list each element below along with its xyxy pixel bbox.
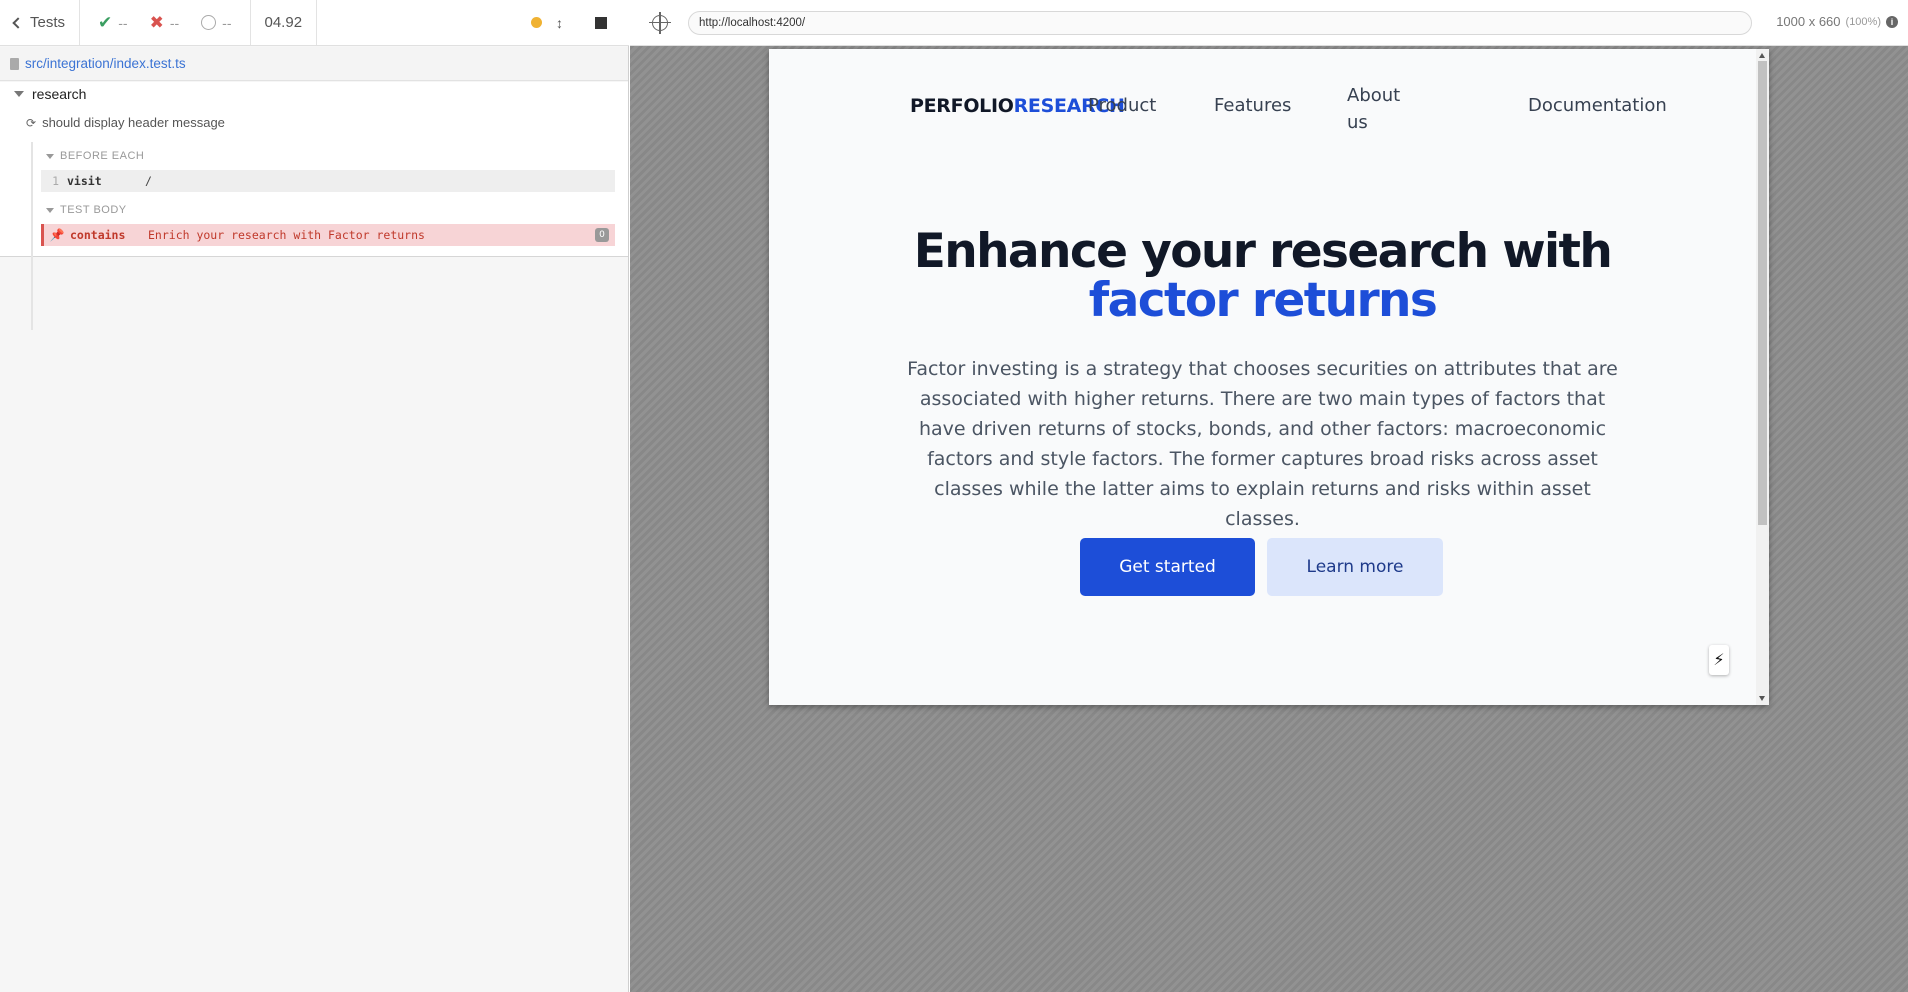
failed-count: -- xyxy=(169,14,180,31)
spec-file-link[interactable]: src/integration/index.test.ts xyxy=(25,56,186,71)
test-title[interactable]: ⟳ should display header message xyxy=(26,115,225,130)
refresh-icon: ⟳ xyxy=(26,115,37,130)
file-icon xyxy=(10,57,19,70)
caret-down-icon xyxy=(46,207,54,213)
pending-stat: -- xyxy=(201,14,232,31)
caret-down-icon xyxy=(14,91,24,97)
scroll-thumb[interactable] xyxy=(1758,61,1767,525)
stats: ✔ -- ✖ -- -- xyxy=(80,0,251,45)
hook-test-body[interactable]: TEST BODY xyxy=(46,204,127,216)
command-contains[interactable]: 📌 contains Enrich your research with Fac… xyxy=(41,224,615,246)
hooks-divider xyxy=(31,142,33,330)
viewport-info: 1000 x 660 (100%) i xyxy=(1776,14,1898,29)
nav-features[interactable]: Features xyxy=(1214,95,1291,116)
stop-icon[interactable] xyxy=(595,16,607,29)
nav-product[interactable]: Product xyxy=(1088,95,1156,116)
passed-stat: ✔ -- xyxy=(98,13,128,33)
tests-label: Tests xyxy=(30,14,66,31)
passed-count: -- xyxy=(118,14,128,31)
hook-label: TEST BODY xyxy=(60,204,127,216)
auto-scroll-icon[interactable]: ↕ xyxy=(556,15,563,31)
runnables: research ⟳ should display header message… xyxy=(0,82,628,330)
logo-part1: PERFOLIO xyxy=(910,95,1014,117)
scroll-up-arrow[interactable] xyxy=(1759,53,1765,58)
hook-label: BEFORE EACH xyxy=(60,150,145,162)
spec-file-bar: src/integration/index.test.ts xyxy=(0,47,628,81)
aut-header: http://localhost:4200/ 1000 x 660 (100%)… xyxy=(630,0,1908,46)
info-icon[interactable]: i xyxy=(1886,15,1898,28)
command-visit[interactable]: 1 visit / xyxy=(41,170,615,192)
suite-title[interactable]: research xyxy=(14,86,86,102)
get-started-button[interactable]: Get started xyxy=(1080,538,1255,596)
command-message: / xyxy=(145,174,152,188)
nav-documentation[interactable]: Documentation xyxy=(1528,95,1667,116)
reporter-panel: Tests ✔ -- ✖ -- -- 04.92 ↕ src/integrati… xyxy=(0,0,629,992)
hero-title: Enhance your research with factor return… xyxy=(769,227,1756,325)
hero-description: Factor investing is a strategy that choo… xyxy=(907,358,1618,530)
running-dot-icon xyxy=(531,17,542,28)
duration: 04.92 xyxy=(251,0,318,45)
command-name: contains xyxy=(70,228,126,242)
viewport-scale: (100%) xyxy=(1845,15,1881,28)
pin-icon: 📌 xyxy=(49,228,65,242)
tests-button[interactable]: Tests xyxy=(0,0,81,45)
hero-title-line1: Enhance your research with xyxy=(913,224,1613,279)
lightning-bolt-icon[interactable]: ⚡ xyxy=(1709,645,1729,675)
scroll-down-arrow[interactable] xyxy=(1759,696,1765,701)
x-icon: ✖ xyxy=(149,12,164,32)
hook-before-each[interactable]: BEFORE EACH xyxy=(46,150,144,162)
pending-circle-icon xyxy=(201,15,217,30)
crosshair-icon[interactable] xyxy=(649,11,671,34)
viewport-size: 1000 x 660 xyxy=(1776,14,1841,29)
aut-panel: http://localhost:4200/ 1000 x 660 (100%)… xyxy=(630,0,1908,992)
failed-stat: ✖ -- xyxy=(150,13,180,33)
app-iframe: PERFOLIORESEARCH Product Features About … xyxy=(769,49,1769,705)
run-controls: ↕ xyxy=(317,0,629,45)
pending-count: -- xyxy=(222,14,232,31)
cypress-runner: Tests ✔ -- ✖ -- -- 04.92 ↕ src/integrati… xyxy=(0,0,1908,992)
reporter-header: Tests ✔ -- ✖ -- -- 04.92 ↕ xyxy=(0,0,629,46)
check-icon: ✔ xyxy=(98,12,113,32)
command-message: Enrich your research with Factor returns xyxy=(148,228,425,242)
command-number: 1 xyxy=(52,174,59,188)
test-label: should display header message xyxy=(42,115,225,130)
learn-more-button[interactable]: Learn more xyxy=(1267,538,1443,596)
element-count-badge: 0 xyxy=(595,228,609,242)
chevron-left-icon xyxy=(12,16,24,29)
hero-title-line2: factor returns xyxy=(1088,273,1438,328)
nav-about[interactable]: About us xyxy=(1347,82,1417,136)
command-name: visit xyxy=(67,174,102,188)
site-header: PERFOLIORESEARCH Product Features About … xyxy=(769,49,1756,169)
suite-label: research xyxy=(32,86,87,102)
scrollbar[interactable] xyxy=(1756,49,1769,705)
url-bar[interactable]: http://localhost:4200/ xyxy=(688,11,1752,35)
caret-down-icon xyxy=(46,153,54,159)
